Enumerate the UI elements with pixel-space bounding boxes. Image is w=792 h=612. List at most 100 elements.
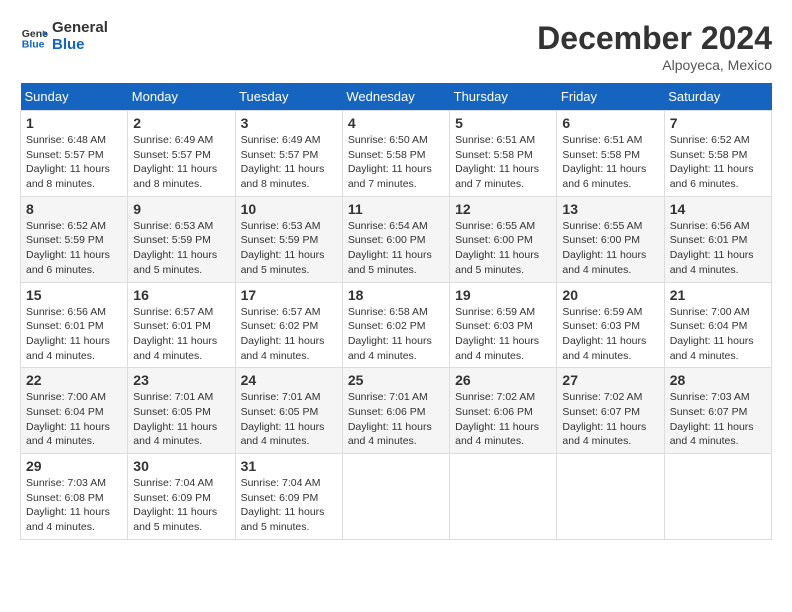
day-number: 22 — [26, 372, 122, 388]
calendar-cell: 21 Sunrise: 7:00 AM Sunset: 6:04 PM Dayl… — [664, 282, 771, 368]
calendar-cell: 10 Sunrise: 6:53 AM Sunset: 5:59 PM Dayl… — [235, 196, 342, 282]
day-header-saturday: Saturday — [664, 83, 771, 111]
day-number: 23 — [133, 372, 229, 388]
day-number: 13 — [562, 201, 658, 217]
calendar-cell: 15 Sunrise: 6:56 AM Sunset: 6:01 PM Dayl… — [21, 282, 128, 368]
logo: General Blue General Blue — [20, 20, 108, 53]
calendar-cell: 26 Sunrise: 7:02 AM Sunset: 6:06 PM Dayl… — [450, 368, 557, 454]
calendar-cell: 17 Sunrise: 6:57 AM Sunset: 6:02 PM Dayl… — [235, 282, 342, 368]
day-header-monday: Monday — [128, 83, 235, 111]
day-info: Sunrise: 6:52 AM Sunset: 5:58 PM Dayligh… — [670, 133, 766, 192]
day-info: Sunrise: 6:48 AM Sunset: 5:57 PM Dayligh… — [26, 133, 122, 192]
day-info: Sunrise: 7:02 AM Sunset: 6:06 PM Dayligh… — [455, 390, 551, 449]
day-info: Sunrise: 6:59 AM Sunset: 6:03 PM Dayligh… — [562, 305, 658, 364]
day-number: 8 — [26, 201, 122, 217]
logo-general: General — [52, 19, 108, 36]
day-info: Sunrise: 7:01 AM Sunset: 6:05 PM Dayligh… — [241, 390, 337, 449]
day-info: Sunrise: 7:00 AM Sunset: 6:04 PM Dayligh… — [670, 305, 766, 364]
day-info: Sunrise: 6:53 AM Sunset: 5:59 PM Dayligh… — [133, 219, 229, 278]
day-number: 4 — [348, 115, 444, 131]
day-number: 9 — [133, 201, 229, 217]
calendar-week-row: 15 Sunrise: 6:56 AM Sunset: 6:01 PM Dayl… — [21, 282, 772, 368]
calendar-cell: 13 Sunrise: 6:55 AM Sunset: 6:00 PM Dayl… — [557, 196, 664, 282]
day-info: Sunrise: 6:49 AM Sunset: 5:57 PM Dayligh… — [133, 133, 229, 192]
calendar-cell: 12 Sunrise: 6:55 AM Sunset: 6:00 PM Dayl… — [450, 196, 557, 282]
calendar-cell — [557, 454, 664, 540]
day-header-wednesday: Wednesday — [342, 83, 449, 111]
day-info: Sunrise: 7:03 AM Sunset: 6:07 PM Dayligh… — [670, 390, 766, 449]
day-number: 24 — [241, 372, 337, 388]
day-info: Sunrise: 6:57 AM Sunset: 6:01 PM Dayligh… — [133, 305, 229, 364]
day-info: Sunrise: 7:04 AM Sunset: 6:09 PM Dayligh… — [133, 476, 229, 535]
day-info: Sunrise: 6:55 AM Sunset: 6:00 PM Dayligh… — [562, 219, 658, 278]
calendar-cell: 3 Sunrise: 6:49 AM Sunset: 5:57 PM Dayli… — [235, 111, 342, 197]
calendar-cell: 16 Sunrise: 6:57 AM Sunset: 6:01 PM Dayl… — [128, 282, 235, 368]
calendar-cell: 11 Sunrise: 6:54 AM Sunset: 6:00 PM Dayl… — [342, 196, 449, 282]
calendar-week-row: 8 Sunrise: 6:52 AM Sunset: 5:59 PM Dayli… — [21, 196, 772, 282]
day-info: Sunrise: 7:04 AM Sunset: 6:09 PM Dayligh… — [241, 476, 337, 535]
day-header-tuesday: Tuesday — [235, 83, 342, 111]
calendar-week-row: 1 Sunrise: 6:48 AM Sunset: 5:57 PM Dayli… — [21, 111, 772, 197]
day-number: 5 — [455, 115, 551, 131]
calendar-cell: 9 Sunrise: 6:53 AM Sunset: 5:59 PM Dayli… — [128, 196, 235, 282]
calendar-cell: 22 Sunrise: 7:00 AM Sunset: 6:04 PM Dayl… — [21, 368, 128, 454]
day-number: 14 — [670, 201, 766, 217]
day-number: 1 — [26, 115, 122, 131]
day-number: 16 — [133, 287, 229, 303]
day-info: Sunrise: 6:59 AM Sunset: 6:03 PM Dayligh… — [455, 305, 551, 364]
calendar-cell: 23 Sunrise: 7:01 AM Sunset: 6:05 PM Dayl… — [128, 368, 235, 454]
day-info: Sunrise: 7:01 AM Sunset: 6:06 PM Dayligh… — [348, 390, 444, 449]
day-number: 11 — [348, 201, 444, 217]
calendar-cell: 25 Sunrise: 7:01 AM Sunset: 6:06 PM Dayl… — [342, 368, 449, 454]
day-number: 29 — [26, 458, 122, 474]
day-number: 26 — [455, 372, 551, 388]
day-info: Sunrise: 7:00 AM Sunset: 6:04 PM Dayligh… — [26, 390, 122, 449]
day-info: Sunrise: 6:56 AM Sunset: 6:01 PM Dayligh… — [670, 219, 766, 278]
svg-text:Blue: Blue — [22, 38, 45, 50]
day-info: Sunrise: 6:49 AM Sunset: 5:57 PM Dayligh… — [241, 133, 337, 192]
day-header-friday: Friday — [557, 83, 664, 111]
day-number: 12 — [455, 201, 551, 217]
day-number: 20 — [562, 287, 658, 303]
calendar-cell: 8 Sunrise: 6:52 AM Sunset: 5:59 PM Dayli… — [21, 196, 128, 282]
calendar-cell: 24 Sunrise: 7:01 AM Sunset: 6:05 PM Dayl… — [235, 368, 342, 454]
day-header-thursday: Thursday — [450, 83, 557, 111]
logo-icon: General Blue — [20, 23, 48, 51]
day-number: 19 — [455, 287, 551, 303]
calendar-cell: 1 Sunrise: 6:48 AM Sunset: 5:57 PM Dayli… — [21, 111, 128, 197]
title-block: December 2024 Alpoyeca, Mexico — [537, 20, 772, 73]
calendar-cell: 14 Sunrise: 6:56 AM Sunset: 6:01 PM Dayl… — [664, 196, 771, 282]
calendar-week-row: 22 Sunrise: 7:00 AM Sunset: 6:04 PM Dayl… — [21, 368, 772, 454]
day-number: 2 — [133, 115, 229, 131]
calendar-cell: 30 Sunrise: 7:04 AM Sunset: 6:09 PM Dayl… — [128, 454, 235, 540]
calendar-cell: 5 Sunrise: 6:51 AM Sunset: 5:58 PM Dayli… — [450, 111, 557, 197]
calendar-cell: 2 Sunrise: 6:49 AM Sunset: 5:57 PM Dayli… — [128, 111, 235, 197]
day-number: 27 — [562, 372, 658, 388]
day-info: Sunrise: 6:51 AM Sunset: 5:58 PM Dayligh… — [455, 133, 551, 192]
day-number: 28 — [670, 372, 766, 388]
calendar-cell — [342, 454, 449, 540]
day-number: 18 — [348, 287, 444, 303]
day-info: Sunrise: 6:56 AM Sunset: 6:01 PM Dayligh… — [26, 305, 122, 364]
day-info: Sunrise: 6:57 AM Sunset: 6:02 PM Dayligh… — [241, 305, 337, 364]
calendar-cell — [664, 454, 771, 540]
day-info: Sunrise: 6:52 AM Sunset: 5:59 PM Dayligh… — [26, 219, 122, 278]
day-number: 7 — [670, 115, 766, 131]
calendar-cell: 27 Sunrise: 7:02 AM Sunset: 6:07 PM Dayl… — [557, 368, 664, 454]
calendar-table: SundayMondayTuesdayWednesdayThursdayFrid… — [20, 83, 772, 540]
day-number: 17 — [241, 287, 337, 303]
month-title: December 2024 — [537, 20, 772, 57]
day-number: 31 — [241, 458, 337, 474]
day-number: 21 — [670, 287, 766, 303]
calendar-cell: 20 Sunrise: 6:59 AM Sunset: 6:03 PM Dayl… — [557, 282, 664, 368]
day-number: 10 — [241, 201, 337, 217]
calendar-cell: 28 Sunrise: 7:03 AM Sunset: 6:07 PM Dayl… — [664, 368, 771, 454]
location: Alpoyeca, Mexico — [537, 57, 772, 73]
logo-blue: Blue — [52, 36, 85, 53]
day-number: 3 — [241, 115, 337, 131]
day-header-sunday: Sunday — [21, 83, 128, 111]
day-number: 30 — [133, 458, 229, 474]
calendar-cell: 18 Sunrise: 6:58 AM Sunset: 6:02 PM Dayl… — [342, 282, 449, 368]
day-number: 6 — [562, 115, 658, 131]
day-info: Sunrise: 6:55 AM Sunset: 6:00 PM Dayligh… — [455, 219, 551, 278]
